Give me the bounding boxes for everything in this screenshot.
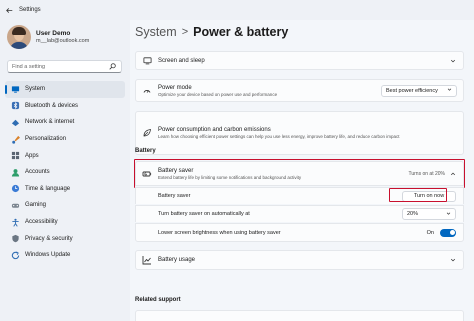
sidebar-item-label: Apps [25, 152, 39, 159]
page-title: Power & battery [193, 25, 289, 39]
sidebar-item-label: Time & language [25, 185, 71, 192]
sidebar-item-label: Privacy & security [25, 235, 73, 242]
dropdown-value: Best power efficiency [386, 87, 438, 94]
bluetooth-icon [11, 101, 20, 110]
app-title: Settings [19, 7, 41, 13]
globe-clock-icon [11, 184, 20, 193]
card-description: Learn how choosing efficient power setti… [158, 134, 400, 139]
power-consumption-card[interactable]: Power consumption and carbon emissions L… [135, 111, 464, 155]
toggle-state-label: On [426, 229, 434, 236]
chevron-down-icon [446, 211, 451, 218]
screen-sleep-card[interactable]: Screen and sleep [135, 51, 464, 70]
power-mode-card: Power mode Optimize your device based on… [135, 79, 464, 102]
sidebar-item-apps[interactable]: Apps [5, 147, 125, 164]
sidebar-item-accounts[interactable]: Accounts [5, 164, 125, 181]
dropdown-value: 20% [407, 211, 419, 217]
person-icon [11, 168, 20, 177]
chart-icon [142, 255, 152, 265]
row-label: Lower screen brightness when using batte… [158, 229, 281, 236]
battery-usage-card[interactable]: Battery usage [135, 250, 464, 270]
turn-on-now-highlight [389, 188, 447, 202]
power-mode-icon [142, 86, 152, 96]
nav-list: System Bluetooth & devices Network & int… [5, 81, 125, 264]
auto-battery-saver-row: Turn battery saver on automatically at 2… [135, 205, 464, 222]
brush-icon [11, 135, 20, 144]
user-email: m__lab@outlook.com [36, 38, 90, 44]
sidebar-item-privacy[interactable]: Privacy & security [5, 230, 125, 247]
update-icon [11, 251, 20, 260]
gamepad-icon [11, 201, 20, 210]
sidebar-item-bluetooth[interactable]: Bluetooth & devices [5, 98, 125, 115]
sidebar-item-label: Gaming [25, 202, 47, 209]
sidebar-item-network[interactable]: Network & internet [5, 114, 125, 131]
sidebar-item-label: Bluetooth & devices [25, 102, 79, 109]
sidebar-item-windows-update[interactable]: Windows Update [5, 247, 125, 264]
card-title: Power consumption and carbon emissions [158, 127, 271, 133]
sidebar-item-label: Network & internet [25, 119, 75, 126]
search-input[interactable] [12, 63, 108, 70]
power-mode-dropdown[interactable]: Best power efficiency [381, 84, 457, 97]
search-box[interactable] [7, 60, 122, 73]
avatar [7, 25, 31, 49]
user-name: User Demo [36, 30, 71, 37]
user-profile[interactable]: User Demo m__lab@outlook.com [7, 25, 89, 49]
card-description: Optimize your device based on power use … [158, 91, 278, 97]
sidebar-item-label: Windows Update [25, 252, 71, 259]
sidebar: User Demo m__lab@outlook.com System Blue… [0, 20, 130, 321]
card-title: Battery usage [158, 257, 196, 263]
row-label: Turn battery saver on automatically at [158, 211, 250, 217]
apps-icon [11, 151, 20, 160]
sidebar-item-time-language[interactable]: Time & language [5, 181, 125, 198]
title-bar: Settings [0, 0, 474, 20]
row-label: Battery saver [158, 193, 191, 199]
main-content: System > Power & battery Screen and slee… [130, 20, 474, 321]
leaf-icon [142, 128, 152, 138]
battery-saver-highlight [134, 159, 465, 188]
sidebar-item-label: Personalization [25, 136, 67, 143]
accessibility-icon [11, 218, 20, 227]
section-battery: Battery [135, 148, 156, 154]
sidebar-item-system[interactable]: System [5, 81, 125, 98]
auto-threshold-dropdown[interactable]: 20% [402, 208, 456, 220]
card-title: Screen and sleep [158, 57, 205, 64]
screen-sleep-icon [142, 56, 152, 66]
breadcrumb-parent[interactable]: System [135, 25, 177, 39]
chevron-down-icon [447, 87, 452, 94]
sidebar-item-personalization[interactable]: Personalization [5, 131, 125, 148]
sidebar-item-label: Accounts [25, 169, 50, 176]
lower-brightness-row: Lower screen brightness when using batte… [135, 223, 464, 242]
sidebar-item-accessibility[interactable]: Accessibility [5, 214, 125, 231]
sidebar-item-label: System [25, 86, 46, 93]
sidebar-item-gaming[interactable]: Gaming [5, 197, 125, 214]
back-arrow-icon [5, 7, 12, 13]
chevron-down-icon [449, 257, 457, 263]
section-related-support: Related support [135, 297, 181, 303]
breadcrumb: System > Power & battery [135, 25, 288, 39]
monitor-icon [11, 85, 20, 94]
related-support-card[interactable] [135, 310, 464, 321]
shield-icon [11, 234, 20, 243]
back-button[interactable] [0, 0, 18, 20]
search-icon[interactable] [108, 62, 117, 71]
wifi-icon [11, 118, 20, 127]
card-title: Power mode [158, 84, 192, 91]
sidebar-item-label: Accessibility [25, 219, 58, 226]
breadcrumb-separator: > [181, 26, 189, 38]
chevron-down-icon [449, 58, 457, 64]
lower-brightness-toggle[interactable] [440, 228, 456, 237]
